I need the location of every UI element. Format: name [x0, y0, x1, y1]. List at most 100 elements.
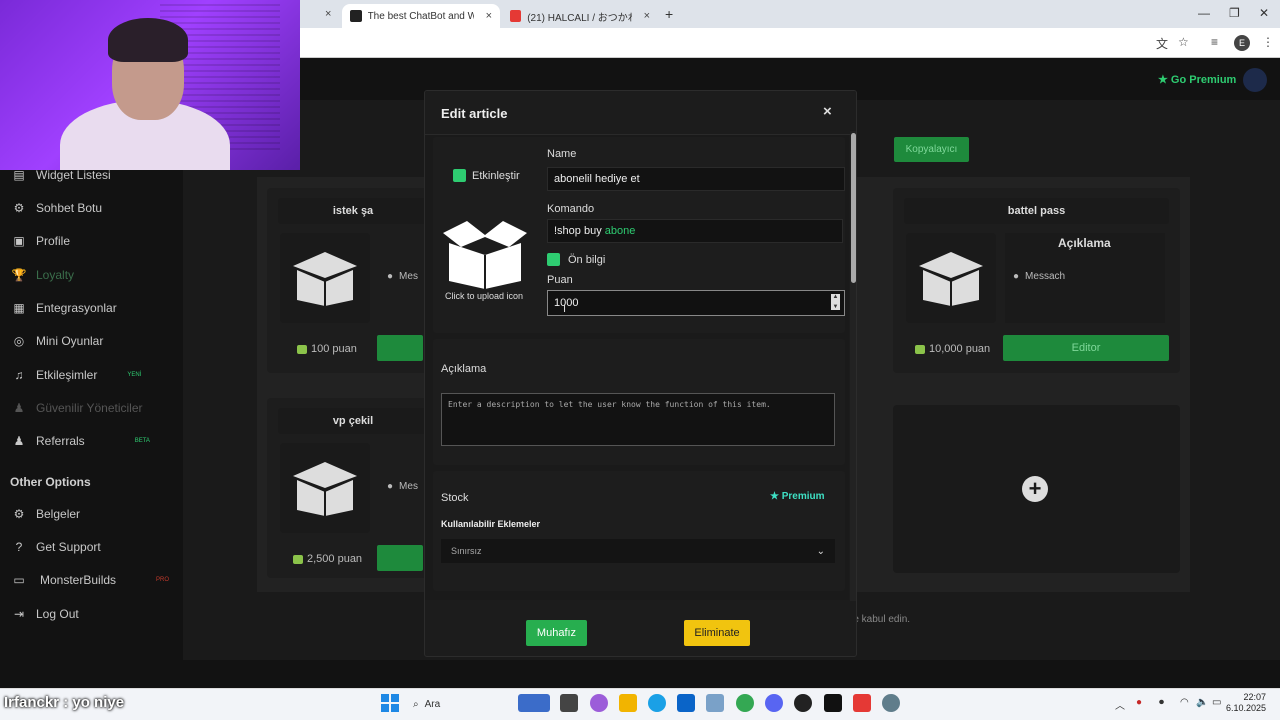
tab-label: The best ChatBot and Widgets	[367, 10, 474, 22]
tab-close-icon[interactable]: ×	[325, 8, 331, 20]
microphone-icon[interactable]: ⏺	[1159, 697, 1164, 708]
command-input[interactable]: !shop buy abone	[547, 219, 843, 243]
volume-icon[interactable]: 🔈	[1196, 697, 1208, 708]
name-input[interactable]: abonelil hediye et	[547, 167, 845, 191]
settings-icon[interactable]	[882, 694, 900, 712]
youtube-icon	[510, 10, 522, 22]
sidebar-item-sohbet-botu[interactable]: ⚙ Sohbet Botu	[12, 198, 102, 218]
widgets-icon[interactable]	[518, 694, 550, 712]
sidebar-item-label: Get Support	[36, 540, 101, 554]
taskbar-clock[interactable]: 22:07 6.10.2025	[1226, 692, 1266, 714]
coins-icon	[915, 344, 925, 354]
stepper-down-icon[interactable]: ▼	[833, 304, 839, 310]
delete-button[interactable]: Eliminate	[684, 620, 750, 646]
sidebar-item-label: Entegrasyonlar	[36, 301, 117, 315]
description-title: Açıklama	[441, 363, 487, 375]
sidebar-item-label: Log Out	[36, 607, 79, 621]
new-tab-button[interactable]: +	[665, 6, 673, 22]
outlook-icon[interactable]	[677, 694, 695, 712]
upload-icon-area[interactable]	[437, 215, 533, 294]
sidebar-item-entegrasyonlar[interactable]: ▦ Entegrasyonlar	[12, 298, 117, 318]
scrollbar-thumb[interactable]	[851, 133, 856, 283]
stepper-up-icon[interactable]: ▲	[833, 294, 839, 300]
command-prefix: !shop buy	[554, 225, 602, 237]
close-window-icon[interactable]: ✕	[1259, 6, 1269, 20]
app-icon[interactable]	[853, 694, 871, 712]
file-explorer-icon[interactable]	[619, 694, 637, 712]
sidebar-item-loyalty[interactable]: 🏆 Loyalty	[12, 265, 75, 285]
card-icon	[906, 233, 996, 323]
card-edit-button[interactable]	[377, 545, 423, 571]
pro-badge: PRO	[156, 577, 170, 583]
stock-section	[433, 471, 845, 591]
card-edit-button[interactable]	[377, 335, 423, 361]
card-message-label: Mes	[399, 481, 418, 492]
terms-text: re kabul edin.	[850, 614, 911, 625]
settings-app-icon[interactable]	[706, 694, 724, 712]
obs-icon[interactable]	[794, 694, 812, 712]
preview-toggle[interactable]: Ön bilgi	[547, 253, 605, 266]
sidebar-item-label: Loyalty	[36, 268, 75, 282]
battery-icon[interactable]: ▭	[1212, 697, 1221, 708]
windows-start-icon[interactable]	[381, 694, 399, 712]
tab-close-icon[interactable]: ×	[486, 10, 492, 22]
enable-toggle[interactable]: Etkinleştir	[453, 169, 520, 182]
plus-icon[interactable]: +	[1022, 476, 1048, 502]
save-button[interactable]: Muhafız	[526, 620, 587, 646]
copy-button[interactable]: Kopyalayıcı	[894, 137, 969, 162]
monitor-icon: ▭	[13, 573, 25, 587]
price-label: 100 puan	[311, 343, 357, 355]
stock-select[interactable]: Sınırsız ⌄	[441, 539, 835, 563]
epic-games-icon[interactable]	[824, 694, 842, 712]
tab-close-icon[interactable]: ×	[644, 10, 650, 22]
sidebar-item-etkilesimler[interactable]: ♫ Etkileşimler YENİ	[12, 365, 142, 385]
menu-icon[interactable]: ⋮	[1262, 35, 1274, 49]
favicon-icon	[350, 10, 362, 22]
sidebar-item-monsterbuilds[interactable]: ▭ MonsterBuilds PRO	[12, 570, 169, 590]
sidebar-item-get-support[interactable]: ? Get Support	[12, 537, 101, 557]
number-stepper[interactable]: ▲ ▼	[831, 294, 840, 310]
sidebar-item-log-out[interactable]: ⇥ Log Out	[12, 604, 79, 624]
sidebar-item-profile[interactable]: ▣ Profile	[12, 231, 70, 251]
sidebar-item-guvenilir[interactable]: ♟ Güvenilir Yöneticiler	[12, 398, 143, 418]
edit-article-modal: Edit article × Etkinleştir Click to uplo…	[424, 90, 857, 657]
close-icon[interactable]: ×	[823, 103, 832, 120]
go-premium-link[interactable]: ★ Go Premium	[1158, 73, 1236, 86]
filter-field[interactable]	[858, 137, 888, 162]
text-cursor-icon: I	[563, 303, 567, 315]
description-textarea[interactable]: Enter a description to let the user know…	[441, 393, 835, 446]
wifi-icon[interactable]: ◠	[1180, 697, 1189, 708]
new-badge: YENİ	[127, 372, 142, 378]
chat-icon: ●	[387, 481, 394, 492]
stock-select-value: Sınırsız	[451, 546, 482, 556]
site-logo[interactable]	[1243, 68, 1267, 92]
bookmark-star-icon[interactable]: ☆	[1178, 35, 1189, 49]
sidebar-item-belgeler[interactable]: ⚙ Belgeler	[12, 504, 80, 524]
tab-chatbot[interactable]: The best ChatBot and Widgets ×	[342, 4, 500, 28]
chrome-icon[interactable]	[736, 694, 754, 712]
tray-app-icon[interactable]: ●	[1136, 697, 1142, 708]
card-icon	[280, 233, 370, 323]
tray-chevron-icon[interactable]: ︿	[1115, 697, 1125, 712]
edge-icon[interactable]	[648, 694, 666, 712]
profile-avatar[interactable]: E	[1234, 35, 1250, 51]
premium-badge: ★ Premium	[770, 491, 825, 502]
card-title: battel pass	[904, 198, 1169, 224]
stock-title: Stock	[441, 492, 469, 504]
task-view-icon[interactable]	[560, 694, 578, 712]
sidebar-item-referrals[interactable]: ♟ Referrals BETA	[12, 431, 150, 451]
checkbox-checked[interactable]	[453, 169, 466, 182]
discord-icon[interactable]	[765, 694, 783, 712]
box-icon	[443, 221, 527, 289]
tab-youtube[interactable]: (21) HALCALI / おつかれSUMM ×	[502, 4, 658, 28]
tab-search-icon[interactable]: ≡	[1211, 35, 1218, 49]
translate-icon[interactable]: 文	[1156, 35, 1168, 52]
checkbox-checked[interactable]	[547, 253, 560, 266]
webcam-overlay	[0, 0, 300, 170]
minimize-icon[interactable]: —	[1198, 6, 1210, 20]
sidebar-item-mini-oyunlar[interactable]: ◎ Mini Oyunlar	[12, 331, 104, 351]
copilot-icon[interactable]	[590, 694, 608, 712]
card-editor-button[interactable]: Editor	[1003, 335, 1169, 361]
restore-icon[interactable]: ❐	[1229, 6, 1240, 20]
points-input[interactable]: 1000	[547, 290, 845, 316]
